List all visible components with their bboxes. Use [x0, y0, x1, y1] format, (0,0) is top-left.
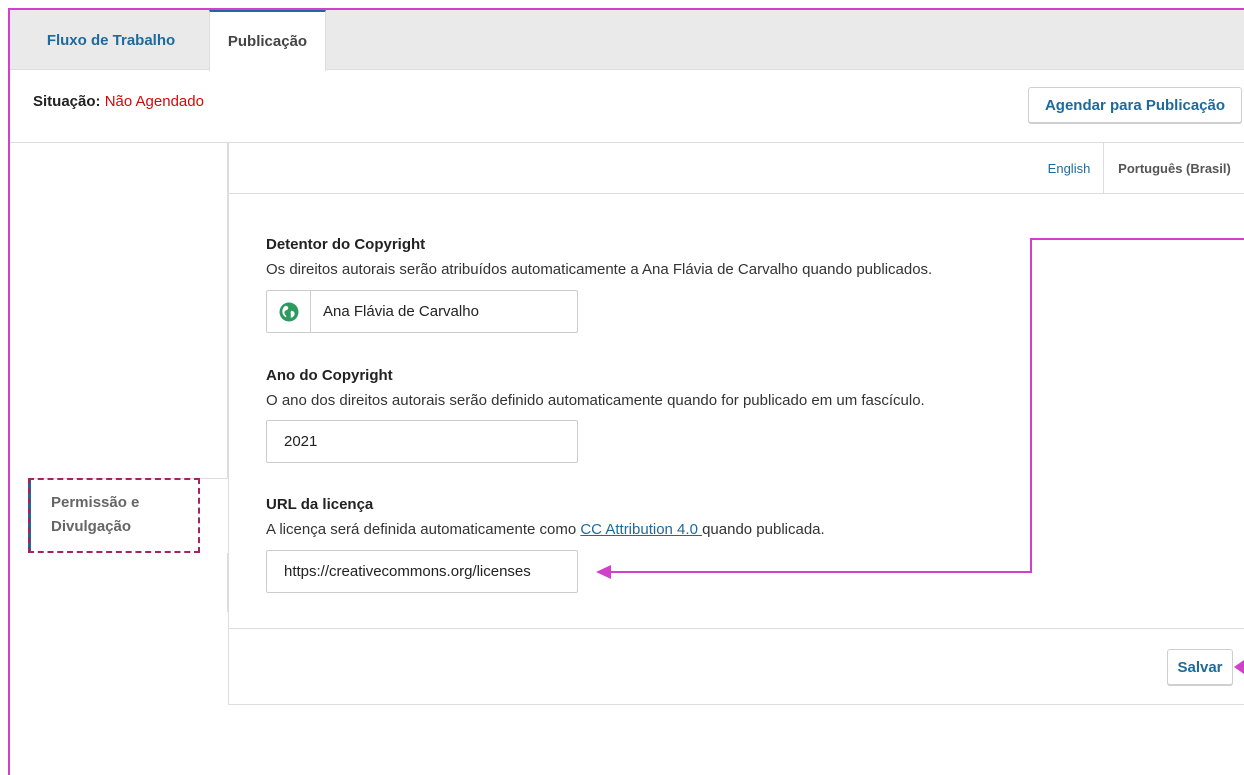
globe-icon — [267, 291, 311, 332]
form-footer-divider — [229, 628, 1244, 629]
status-label: Situação: — [33, 93, 101, 110]
save-button[interactable]: Salvar — [1167, 649, 1233, 685]
locale-tab-english[interactable]: English — [1034, 142, 1104, 194]
license-url-value: https://creativecommons.org/licenses — [284, 563, 531, 580]
copyright-year-title: Ano do Copyright — [266, 367, 393, 384]
locale-bar: English Português (Brasil) — [229, 142, 1244, 194]
tab-publication[interactable]: Publicação — [209, 10, 326, 71]
license-url-title: URL da licença — [266, 496, 374, 513]
copyright-year-field[interactable]: 2021 — [266, 420, 578, 463]
frame-left-border — [8, 8, 10, 775]
status-value: Não Agendado — [104, 93, 204, 110]
locale-tab-portuguese[interactable]: Português (Brasil) — [1103, 142, 1244, 194]
license-url-field[interactable]: https://creativecommons.org/licenses — [266, 550, 578, 593]
sidebar-item-label-line2: Divulgação — [51, 518, 132, 535]
license-url-description: A licença será definida automaticamente … — [266, 521, 825, 538]
sidebar-item-label: Permissão e Divulgação — [51, 491, 191, 539]
sidebar-item-label-line1: Permissão e — [51, 494, 140, 511]
license-link[interactable]: CC Attribution 4.0 — [580, 521, 702, 538]
sidebar-item-permissions[interactable]: Permissão e Divulgação — [28, 478, 228, 553]
copyright-holder-description: Os direitos autorais serão atribuídos au… — [266, 261, 933, 278]
license-description-after: quando publicada. — [702, 521, 825, 538]
copyright-year-value: 2021 — [284, 433, 318, 450]
copyright-year-description: O ano dos direitos autorais serão defini… — [266, 392, 925, 409]
license-description-before: A licença será definida automaticamente … — [266, 521, 581, 538]
copyright-holder-title: Detentor do Copyright — [266, 236, 426, 253]
publication-status: Situação: Não Agendado — [33, 93, 204, 110]
tab-workflow[interactable]: Fluxo de Trabalho — [30, 10, 192, 70]
copyright-holder-value: Ana Flávia de Carvalho — [323, 303, 479, 320]
copyright-holder-field[interactable]: Ana Flávia de Carvalho — [266, 290, 578, 333]
tab-bar: Fluxo de Trabalho Publicação — [10, 10, 1244, 71]
schedule-publication-button[interactable]: Agendar para Publicação — [1028, 87, 1242, 123]
